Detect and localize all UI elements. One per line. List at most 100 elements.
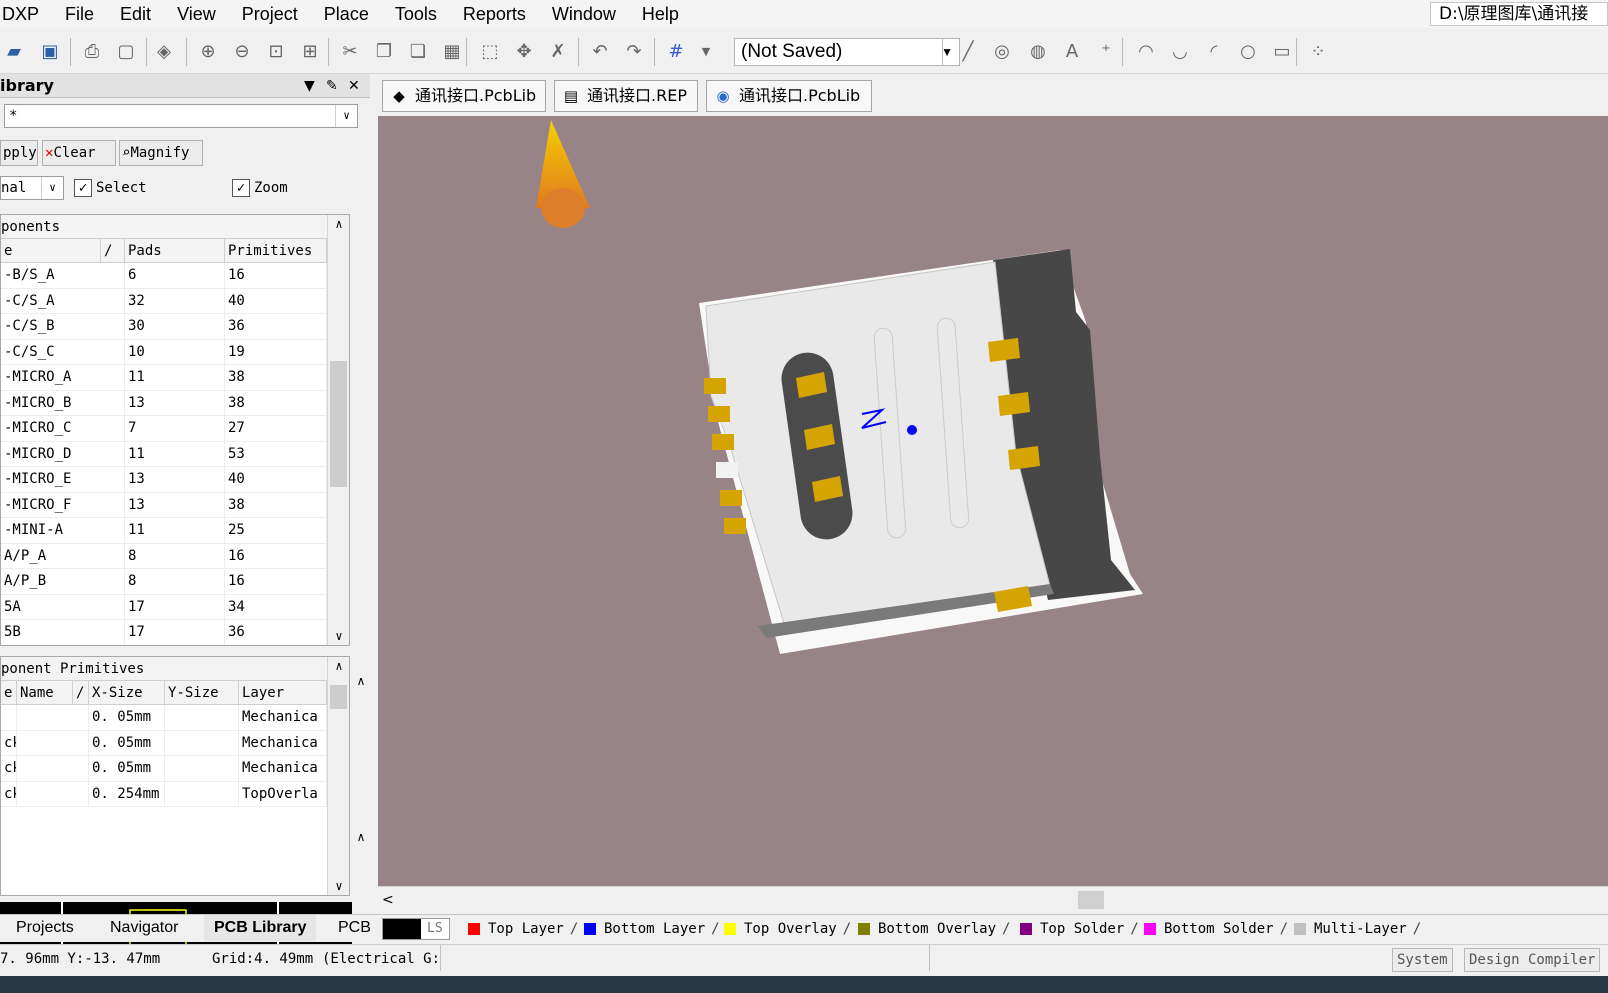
print-preview-icon[interactable]: ▢ <box>114 40 138 64</box>
scroll-down-icon[interactable]: ∨ <box>328 879 349 893</box>
table-row[interactable]: A/P_A 8 16 <box>1 543 349 569</box>
table-row[interactable]: 5A 17 34 <box>1 594 349 620</box>
via-icon[interactable]: ◍ <box>1026 40 1050 64</box>
tab-pcb[interactable]: PCB <box>328 915 381 941</box>
open-icon[interactable]: ▰ <box>2 40 26 64</box>
pin-icon[interactable]: ✎ <box>326 74 338 98</box>
array-paste-icon[interactable]: ⁘ <box>1306 40 1330 64</box>
tab-projects[interactable]: Projects <box>6 915 84 941</box>
table-row[interactable]: -MINI-A 11 25 <box>1 518 349 544</box>
tab-navigator[interactable]: Navigator <box>100 915 188 941</box>
scroll-down-icon[interactable]: ∨ <box>328 629 349 643</box>
layer-tab-top-layer[interactable]: Top Layer / <box>462 917 578 941</box>
menu-reports[interactable]: Reports <box>450 0 539 28</box>
menu-edit[interactable]: Edit <box>107 0 164 28</box>
layer-tab-bottom-overlay[interactable]: Bottom Overlay / <box>852 917 1010 941</box>
menu-help[interactable]: Help <box>629 0 692 28</box>
table-row[interactable]: -C/S_C 10 19 <box>1 339 349 365</box>
fill-icon[interactable]: ▭ <box>1270 40 1294 64</box>
table-row[interactable]: ck 0. 05mm Mechanica <box>1 756 349 782</box>
menu-place[interactable]: Place <box>311 0 382 28</box>
column-header-name[interactable]: Name <box>17 681 73 704</box>
system-button[interactable]: System <box>1392 948 1453 972</box>
column-header-y-size[interactable]: Y-Size <box>165 681 239 704</box>
zoom-fit-icon[interactable]: ⊡ <box>264 40 288 64</box>
save-icon[interactable]: ▣ <box>38 40 62 64</box>
column-header-x-size[interactable]: X-Size <box>89 681 165 704</box>
scroll-up-icon[interactable]: ∧ <box>328 217 349 231</box>
layer-tab-multi-layer[interactable]: Multi-Layer / <box>1288 917 1421 941</box>
table-row[interactable]: -MICRO_F 13 38 <box>1 492 349 518</box>
copy-icon[interactable]: ❐ <box>372 40 396 64</box>
tab-pcb-library[interactable]: PCB Library <box>204 915 317 941</box>
layer-tab-bottom-solder[interactable]: Bottom Solder / <box>1138 917 1288 941</box>
grid-icon[interactable]: # <box>664 40 688 64</box>
tab-document-pcblib-browser[interactable]: ◉ 通讯接口.PcbLib <box>706 80 872 112</box>
circle-icon[interactable]: ○ <box>1236 40 1260 64</box>
zoom-selection-icon[interactable]: ⊞ <box>298 40 322 64</box>
select-area-icon[interactable]: ⬚ <box>478 40 502 64</box>
redo-icon[interactable]: ↷ <box>622 40 646 64</box>
menu-dxp[interactable]: DXP <box>0 0 52 28</box>
layer-tab-bottom-layer[interactable]: Bottom Layer / <box>578 917 720 941</box>
tab-document-pcblib[interactable]: ◆ 通讯接口.PcbLib <box>382 80 546 112</box>
viewport-horizontal-scrollbar[interactable]: < <box>378 886 1608 912</box>
string-icon[interactable]: A <box>1060 40 1084 64</box>
mask-input[interactable]: * ∨ <box>4 104 358 128</box>
current-layer-color[interactable]: LS <box>382 918 450 940</box>
column-header-type[interactable]: e <box>1 681 17 704</box>
table-row[interactable]: -MICRO_A 11 38 <box>1 365 349 391</box>
column-header-primitives[interactable]: Primitives <box>225 239 327 262</box>
arc-center-icon[interactable]: ◠ <box>1134 40 1158 64</box>
print-icon[interactable]: ⎙ <box>80 40 104 64</box>
scroll-up-icon[interactable]: ∧ <box>328 659 349 673</box>
chevron-down-icon[interactable]: ∨ <box>41 177 63 199</box>
collapse-up-icon[interactable]: ∧ <box>352 674 370 688</box>
scroll-thumb[interactable] <box>330 360 347 487</box>
select-checkbox[interactable]: ✓ Select <box>74 178 147 198</box>
clear-button[interactable]: ✕Clear <box>42 140 116 166</box>
tab-document-report[interactable]: ▤ 通讯接口.REP <box>554 80 698 112</box>
menu-window[interactable]: Window <box>539 0 629 28</box>
design-compiler-button[interactable]: Design Compiler <box>1464 948 1601 972</box>
table-row[interactable]: -MICRO_E 13 40 <box>1 467 349 493</box>
coordinate-icon[interactable]: ⁺ <box>1094 40 1118 64</box>
table-row[interactable]: -MICRO_C 7 27 <box>1 416 349 442</box>
table-row[interactable]: ck 0. 05mm Mechanica <box>1 730 349 756</box>
grid-menu-chevron-icon[interactable]: ▼ <box>694 40 718 64</box>
table-row[interactable]: 5B 17 36 <box>1 620 349 645</box>
table-row[interactable]: -MICRO_B 13 38 <box>1 390 349 416</box>
components-scrollbar[interactable]: ∧ ∨ <box>327 215 349 645</box>
arc-edge-icon[interactable]: ◡ <box>1168 40 1192 64</box>
menu-tools[interactable]: Tools <box>382 0 450 28</box>
column-header-name[interactable]: e <box>1 239 101 262</box>
primitives-scrollbar[interactable]: ∧ ∨ <box>327 657 349 895</box>
mode-select[interactable]: nal ∨ <box>0 176 64 200</box>
menu-project[interactable]: Project <box>229 0 311 28</box>
magnify-button[interactable]: ⌕Magnify <box>119 140 203 166</box>
zoom-in-icon[interactable]: ⊕ <box>196 40 220 64</box>
scroll-thumb[interactable] <box>330 685 347 709</box>
table-row[interactable]: -MICRO_D 11 53 <box>1 441 349 467</box>
chevron-down-icon[interactable]: ∨ <box>335 105 357 127</box>
layer-tab-top-solder[interactable]: Top Solder / <box>1014 917 1139 941</box>
table-row[interactable]: ck 0. 254mm TopOverla <box>1 781 349 807</box>
layer-tab-top-overlay[interactable]: Top Overlay / <box>718 917 851 941</box>
cut-icon[interactable]: ✂ <box>338 40 362 64</box>
table-row[interactable]: -C/S_A 32 40 <box>1 288 349 314</box>
menu-view[interactable]: View <box>164 0 229 28</box>
paste-icon[interactable]: ❏ <box>406 40 430 64</box>
close-icon[interactable]: ✕ <box>348 74 360 98</box>
rubber-stamp-icon[interactable]: ▦ <box>440 40 464 64</box>
pcb-3d-viewport[interactable] <box>378 116 1608 886</box>
table-row[interactable]: -B/S_A 6 16 <box>1 263 349 289</box>
column-header-pads[interactable]: Pads <box>125 239 225 262</box>
layer-stack-icon[interactable]: ◈ <box>152 40 176 64</box>
table-row[interactable]: -C/S_B 30 36 <box>1 314 349 340</box>
zoom-out-icon[interactable]: ⊖ <box>230 40 254 64</box>
pad-icon[interactable]: ◎ <box>990 40 1014 64</box>
view-configuration-select[interactable]: (Not Saved) ▼ <box>734 38 960 66</box>
scroll-left-icon[interactable]: < <box>382 887 394 913</box>
move-icon[interactable]: ✥ <box>512 40 536 64</box>
panel-menu-icon[interactable]: ▼ <box>304 74 315 98</box>
